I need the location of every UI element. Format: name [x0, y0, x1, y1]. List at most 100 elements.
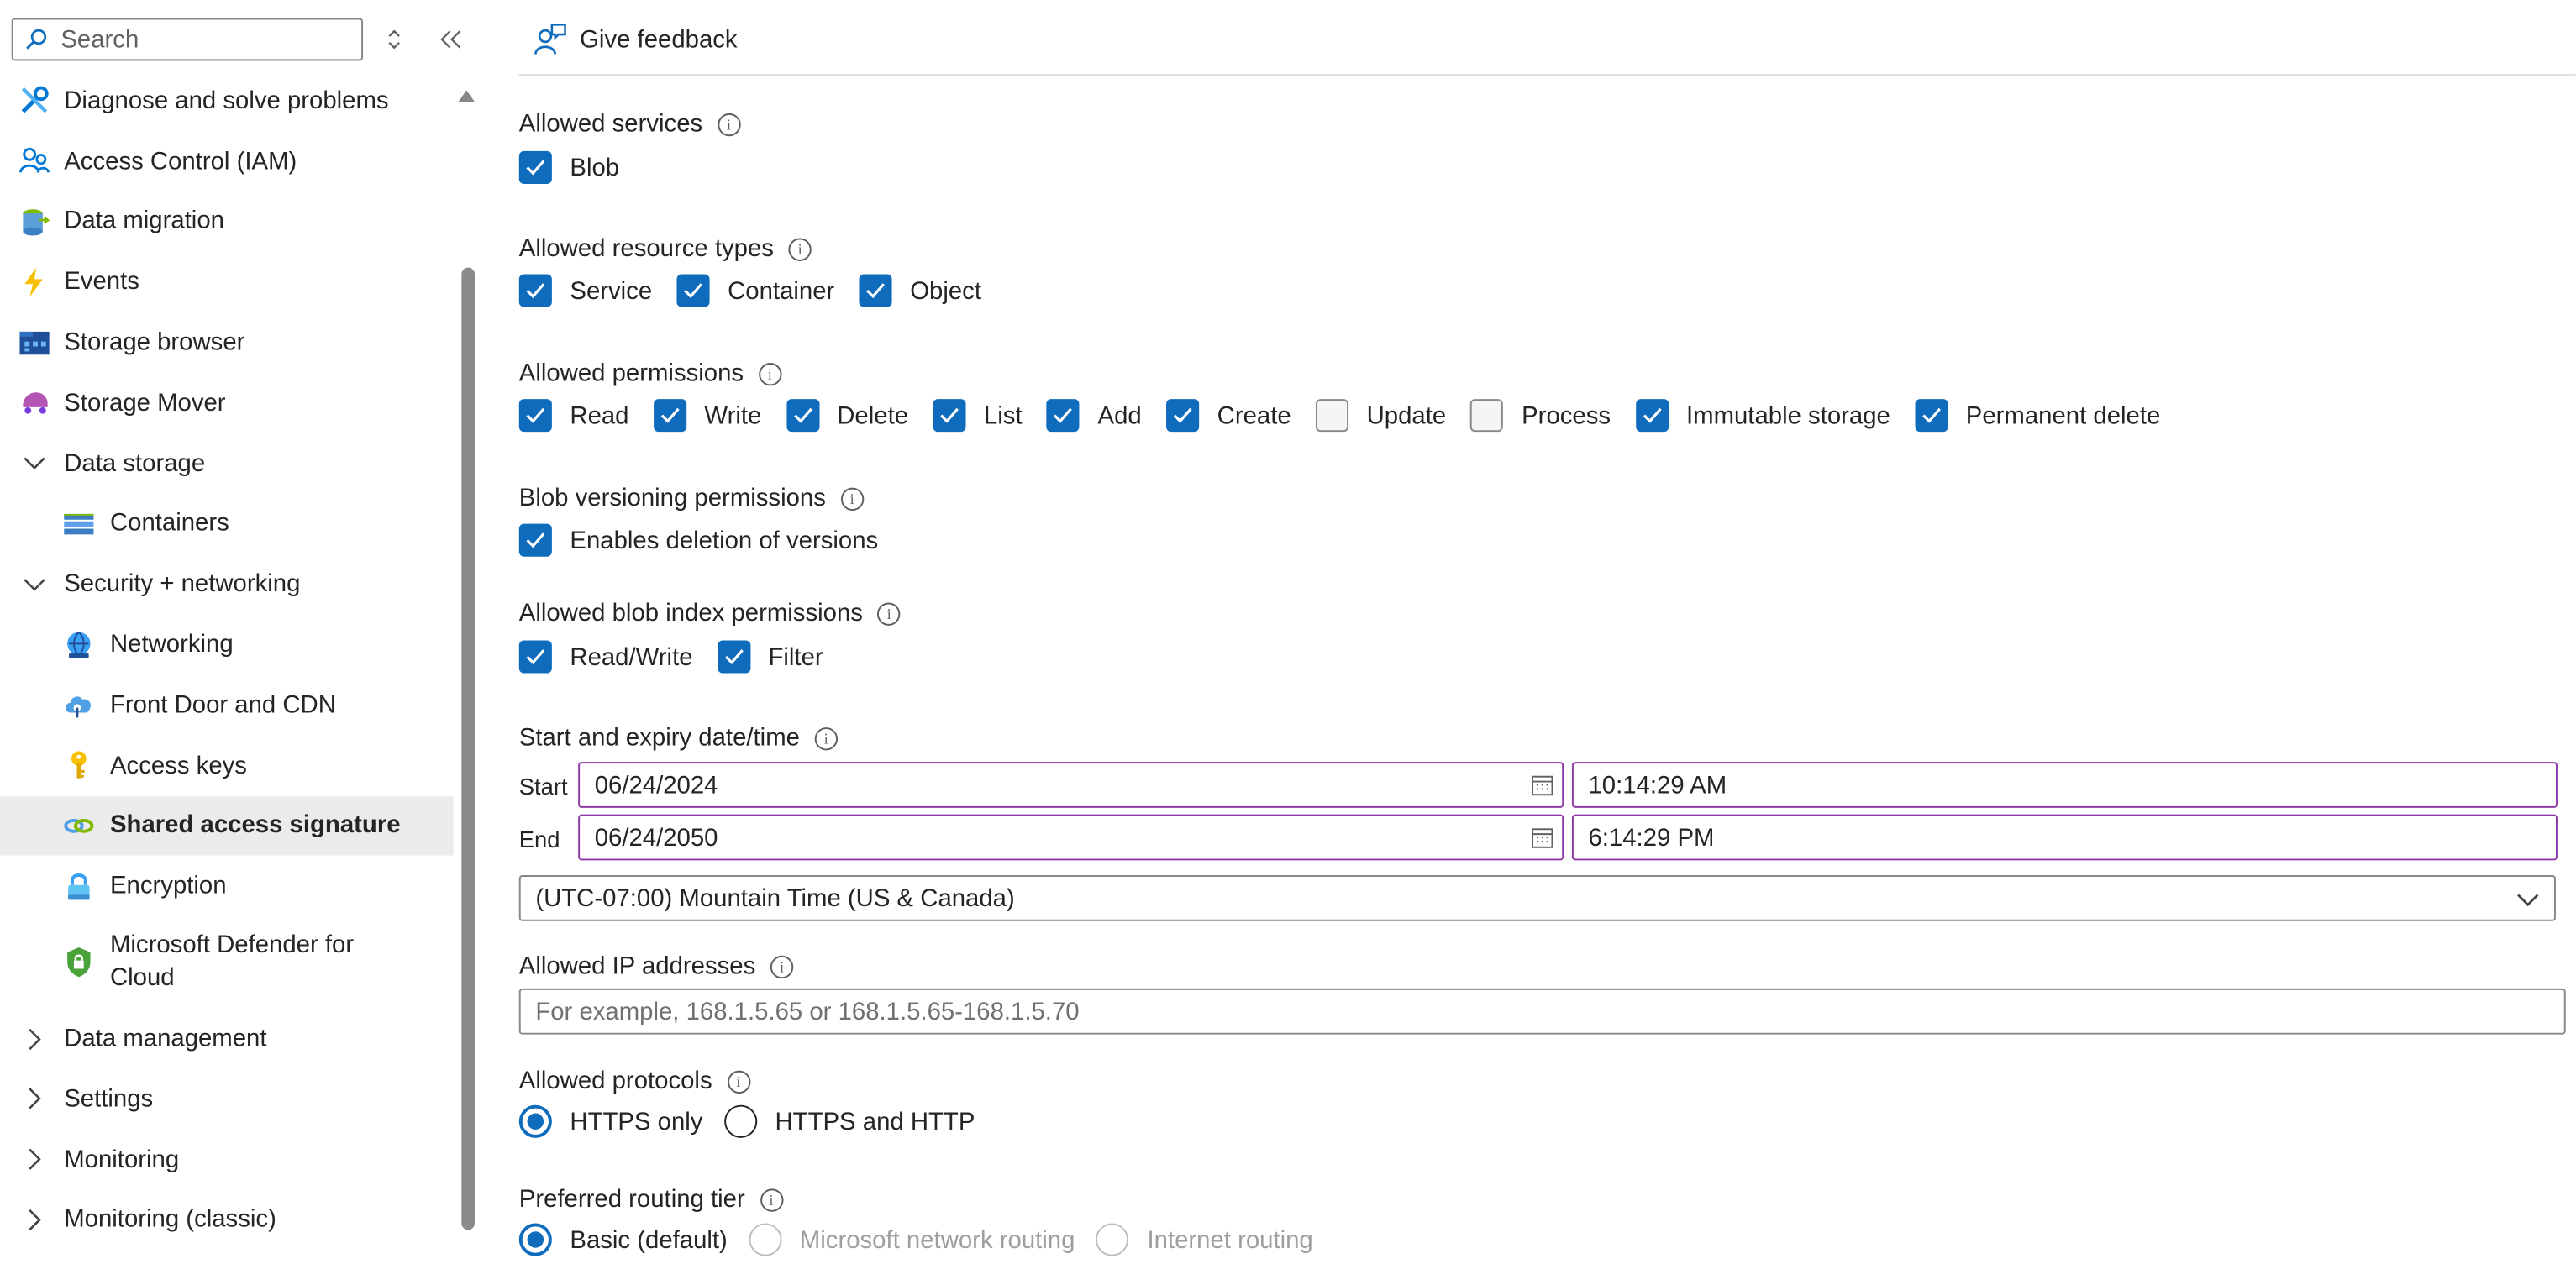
scroll-up-arrow[interactable]	[458, 90, 475, 102]
info-icon[interactable]: i	[770, 954, 794, 978]
checkbox-write[interactable]: Write	[653, 399, 761, 433]
sidebar-group-data-storage[interactable]: Data storage	[0, 433, 454, 494]
checkmark-icon	[1635, 399, 1669, 433]
key-icon	[62, 749, 95, 782]
sidebar-item-containers[interactable]: Containers	[0, 494, 454, 554]
resource-types-label: Allowed resource types i	[519, 235, 812, 263]
calendar-icon[interactable]	[1531, 774, 1553, 796]
blob-index-options: Read/Write Filter	[518, 640, 848, 674]
radio-basic-default[interactable]: Basic (default)	[518, 1223, 728, 1256]
sidebar-item-networking[interactable]: Networking	[0, 615, 454, 675]
lock-icon	[62, 870, 95, 903]
give-feedback-button[interactable]: Give feedback	[532, 21, 738, 57]
info-icon[interactable]: i	[727, 1069, 750, 1094]
calendar-icon[interactable]	[1531, 826, 1553, 848]
sidebar-item-events[interactable]: Events	[0, 252, 454, 312]
link-icon	[62, 810, 95, 842]
checkbox-service[interactable]: Service	[518, 274, 652, 307]
chevron-right-icon	[23, 1088, 45, 1110]
cloud-icon	[62, 689, 95, 721]
sidebar-group-data-management[interactable]: Data management	[0, 1009, 454, 1069]
wrench-screwdriver-icon	[18, 84, 51, 117]
checkbox-blob[interactable]: Blob	[518, 150, 619, 184]
info-icon[interactable]: i	[877, 601, 901, 625]
checkmark-icon	[786, 399, 819, 433]
search-box[interactable]	[11, 18, 364, 61]
sidebar-item-data-migration[interactable]: Data migration	[0, 191, 454, 252]
sidebar-group-settings[interactable]: Settings	[0, 1069, 454, 1130]
checkbox-enable-version-deletion[interactable]: Enables deletion of versions	[518, 523, 878, 557]
checkbox-object[interactable]: Object	[859, 274, 981, 307]
chevron-down-icon	[23, 452, 45, 475]
checkbox-container[interactable]: Container	[676, 274, 834, 307]
info-icon[interactable]: i	[758, 362, 782, 385]
radio-internet-routing[interactable]: Internet routing	[1096, 1223, 1313, 1256]
checkmark-icon	[859, 274, 892, 307]
checkmark-icon	[518, 150, 552, 184]
shield-icon	[62, 946, 95, 978]
checkbox-add[interactable]: Add	[1046, 399, 1142, 433]
sidebar-item-diagnose[interactable]: Diagnose and solve problems	[0, 71, 454, 131]
sidebar-item-storage-browser[interactable]: Storage browser	[0, 312, 454, 373]
end-date-field[interactable]: 06/24/2050	[578, 814, 1564, 861]
radio-https-and-http[interactable]: HTTPS and HTTP	[723, 1104, 975, 1138]
sidebar-item-shared-access-signature[interactable]: Shared access signature	[0, 795, 454, 857]
checkmark-icon	[653, 399, 686, 433]
checkmark-icon	[518, 640, 552, 674]
checkbox-list[interactable]: List	[933, 399, 1023, 433]
checkmark-icon	[1046, 399, 1080, 433]
start-date-field[interactable]: 06/24/2024	[578, 762, 1564, 808]
blob-versioning-label: Blob versioning permissions i	[519, 485, 864, 512]
containers-icon	[62, 507, 95, 540]
sidebar-group-monitoring-classic[interactable]: Monitoring (classic)	[0, 1189, 454, 1250]
checkmark-icon	[518, 523, 552, 557]
radio-microsoft-network-routing[interactable]: Microsoft network routing	[749, 1223, 1075, 1256]
sidebar-nav: Diagnose and solve problems Access Contr…	[0, 71, 454, 1250]
sidebar-item-front-door-cdn[interactable]: Front Door and CDN	[0, 674, 454, 735]
sidebar-scrollbar-thumb[interactable]	[461, 267, 475, 1230]
checkmark-icon	[1915, 399, 1948, 433]
checkbox-read-write[interactable]: Read/Write	[518, 640, 693, 674]
sidebar-item-storage-mover[interactable]: Storage Mover	[0, 373, 454, 433]
checkmark-icon	[717, 640, 750, 674]
checkbox-filter[interactable]: Filter	[717, 640, 823, 674]
checkbox-delete[interactable]: Delete	[786, 399, 908, 433]
sidebar-item-access-keys[interactable]: Access keys	[0, 735, 454, 795]
timezone-dropdown[interactable]: (UTC-07:00) Mountain Time (US & Canada)	[518, 875, 2556, 921]
search-input[interactable]	[57, 24, 360, 55]
checkbox-create[interactable]: Create	[1166, 399, 1291, 433]
checkmark-icon	[518, 274, 552, 307]
sidebar-group-monitoring[interactable]: Monitoring	[0, 1130, 454, 1190]
sidebar-item-encryption[interactable]: Encryption	[0, 856, 454, 916]
sidebar-group-security-networking[interactable]: Security + networking	[0, 554, 454, 615]
checkbox-immutable-storage[interactable]: Immutable storage	[1635, 399, 1890, 433]
chevron-down-icon	[2515, 887, 2541, 913]
info-icon[interactable]: i	[717, 112, 741, 136]
info-icon[interactable]: i	[840, 486, 864, 511]
info-icon[interactable]: i	[788, 237, 812, 260]
sidebar-item-defender[interactable]: Microsoft Defender for Cloud	[0, 916, 454, 1008]
allowed-protocols-label: Allowed protocols i	[519, 1067, 750, 1095]
allowed-permissions-label: Allowed permissions i	[519, 359, 782, 387]
info-icon[interactable]: i	[760, 1188, 783, 1211]
sidebar: Diagnose and solve problems Access Contr…	[0, 0, 481, 1264]
info-icon[interactable]: i	[814, 726, 838, 750]
allowed-ip-input[interactable]	[518, 988, 2566, 1035]
radio-https-only[interactable]: HTTPS only	[518, 1104, 702, 1138]
end-time-field[interactable]: 6:14:29 PM	[1571, 814, 2558, 861]
end-label: End	[518, 826, 560, 852]
collapse-sidebar-icon[interactable]	[434, 21, 470, 57]
checkbox-permanent-delete[interactable]: Permanent delete	[1915, 399, 2160, 433]
chevron-right-icon	[23, 1209, 45, 1231]
checkbox-process[interactable]: Process	[1470, 399, 1611, 433]
allowed-ip-label: Allowed IP addresses i	[519, 952, 794, 980]
allowed-services-options: Blob	[518, 150, 644, 184]
checkbox-read[interactable]: Read	[518, 399, 628, 433]
permissions-options: Read Write Delete List Add Create Update…	[518, 399, 2185, 433]
allowed-services-label: Allowed services i	[519, 110, 741, 138]
sidebar-item-access-control[interactable]: Access Control (IAM)	[0, 131, 454, 191]
checkmark-icon	[1166, 399, 1200, 433]
start-time-field[interactable]: 10:14:29 AM	[1571, 762, 2558, 808]
sort-icon[interactable]	[376, 21, 413, 57]
checkbox-update[interactable]: Update	[1316, 399, 1446, 433]
